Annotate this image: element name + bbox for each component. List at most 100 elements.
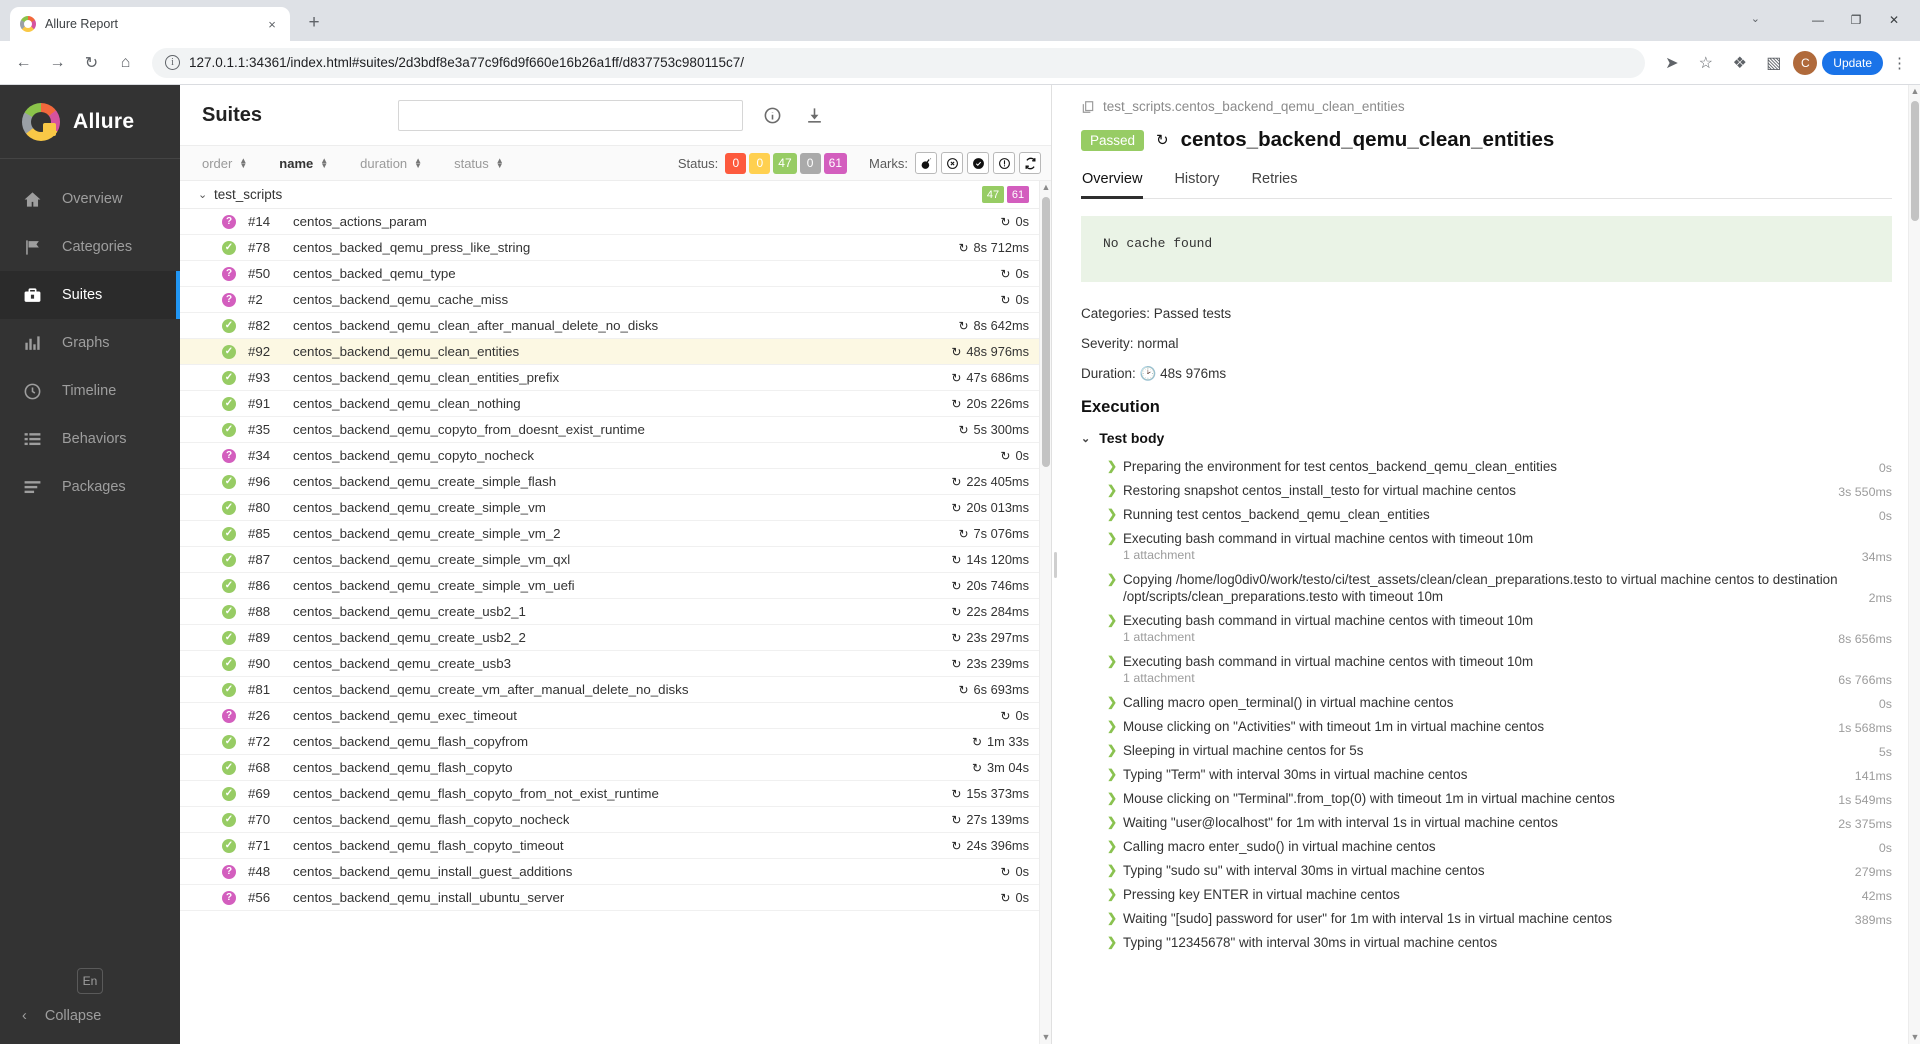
table-row[interactable]: ✓ #89 centos_backend_qemu_create_usb2_2 ↻ 23… (180, 625, 1051, 651)
scrollbar-thumb[interactable] (1911, 101, 1919, 221)
retries-icon[interactable] (1019, 152, 1041, 174)
sidebar-item-overview[interactable]: Overview (0, 175, 180, 223)
flaky-bomb-icon[interactable] (915, 152, 937, 174)
list-item[interactable]: ❯ Typing "Term" with interval 30ms in vir… (1081, 762, 1892, 786)
window-maximize-icon[interactable]: ❐ (1838, 7, 1874, 33)
info-icon[interactable] (759, 102, 785, 128)
breadcrumb[interactable]: test_scripts.centos_backend_qemu_clean_e… (1081, 85, 1892, 114)
list-item[interactable]: ❯ Mouse clicking on "Activities" with tim… (1081, 714, 1892, 738)
table-row[interactable]: ✓ #93 centos_backend_qemu_clean_entities_p… (180, 365, 1051, 391)
table-row[interactable]: ✓ #71 centos_backend_qemu_flash_copyto_tim… (180, 833, 1051, 859)
step-attachment[interactable]: 1 attachment (1123, 671, 1195, 685)
table-row[interactable]: ? #50 centos_backed_qemu_type ↻ 0s (180, 261, 1051, 287)
table-row[interactable]: ? #26 centos_backend_qemu_exec_timeout ↻ 0s (180, 703, 1051, 729)
list-item[interactable]: ❯ Restoring snapshot centos_install_testo… (1081, 478, 1892, 502)
list-item[interactable]: ❯ Pressing key ENTER in virtual machine c… (1081, 882, 1892, 906)
window-close-icon[interactable]: ✕ (1876, 7, 1912, 33)
table-row[interactable]: ✓ #68 centos_backend_qemu_flash_copyto ↻ 3m … (180, 755, 1051, 781)
sidebar-item-behaviors[interactable]: Behaviors (0, 415, 180, 463)
download-icon[interactable] (801, 102, 827, 128)
table-row-selected[interactable]: ✓ #92 centos_backend_qemu_clean_entities ↻ 4… (180, 339, 1051, 365)
table-row[interactable]: ✓ #87 centos_backend_qemu_create_simple_vm… (180, 547, 1051, 573)
status-chip-unknown[interactable]: 61 (823, 152, 847, 174)
table-row[interactable]: ✓ #81 centos_backend_qemu_create_vm_after_… (180, 677, 1051, 703)
sidebar-item-categories[interactable]: Categories (0, 223, 180, 271)
list-item[interactable]: ❯ Running test centos_backend_qemu_clean_… (1081, 502, 1892, 526)
list-item[interactable]: ❯ Executing bash command in virtual machi… (1081, 608, 1892, 649)
list-item[interactable]: ❯ Typing "sudo su" with interval 30ms in … (1081, 858, 1892, 882)
app-brand[interactable]: Allure (0, 85, 180, 159)
status-chip-broken[interactable]: 0 (749, 152, 771, 174)
scroll-up-arrow-icon[interactable]: ▲ (1909, 85, 1920, 98)
tab-retries[interactable]: Retries (1251, 168, 1299, 199)
detail-scrollbar[interactable]: ▲ ▼ (1908, 85, 1920, 1044)
sort-by-duration[interactable]: duration ▲ ▼ (360, 156, 422, 171)
table-row[interactable]: ✓ #85 centos_backend_qemu_create_simple_vm… (180, 521, 1051, 547)
status-chip-passed[interactable]: 47 (773, 152, 797, 174)
list-item[interactable]: ❯ Executing bash command in virtual machi… (1081, 526, 1892, 567)
table-row[interactable]: ✓ #78 centos_backed_qemu_press_like_string… (180, 235, 1051, 261)
close-tab-icon[interactable]: × (264, 17, 280, 32)
panel-splitter[interactable] (1052, 85, 1059, 1044)
new-tab-button[interactable]: + (299, 8, 329, 38)
new-passed-icon[interactable] (967, 152, 989, 174)
list-item[interactable]: ❯ Typing "12345678" with interval 30ms in… (1081, 930, 1892, 954)
list-item[interactable]: ❯ Calling macro enter_sudo() in virtual m… (1081, 834, 1892, 858)
list-item[interactable]: ❯ Sleeping in virtual machine centos for … (1081, 738, 1892, 762)
scrollbar-thumb[interactable] (1042, 197, 1050, 467)
share-icon[interactable]: ➤ (1657, 48, 1686, 77)
list-item[interactable]: ❯ Executing bash command in virtual machi… (1081, 649, 1892, 690)
tab-history[interactable]: History (1173, 168, 1220, 199)
side-panel-icon[interactable]: ▧ (1759, 48, 1788, 77)
new-broken-icon[interactable] (993, 152, 1015, 174)
update-button[interactable]: Update (1822, 50, 1883, 75)
step-attachment[interactable]: 1 attachment (1123, 630, 1195, 644)
table-row[interactable]: ? #2 centos_backend_qemu_cache_miss ↻ 0s (180, 287, 1051, 313)
table-row[interactable]: ? #48 centos_backend_qemu_install_guest_ad… (180, 859, 1051, 885)
home-icon[interactable]: ⌂ (111, 48, 140, 77)
test-body-toggle[interactable]: ⌄ Test body (1081, 430, 1892, 446)
copy-icon[interactable] (1081, 100, 1095, 114)
table-row[interactable]: ? #56 centos_backend_qemu_install_ubuntu_s… (180, 885, 1051, 911)
scroll-down-arrow-icon[interactable]: ▼ (1040, 1031, 1051, 1044)
list-item[interactable]: ❯ Copying /home/log0div0/work/testo/ci/te… (1081, 567, 1892, 608)
table-row[interactable]: ? #34 centos_backend_qemu_copyto_nocheck ↻ 0… (180, 443, 1051, 469)
site-info-icon[interactable]: i (165, 55, 180, 70)
address-bar[interactable]: i 127.0.1.1:34361/index.html#suites/2d3b… (152, 47, 1646, 78)
sort-by-status[interactable]: status ▲ ▼ (454, 156, 504, 171)
search-input[interactable] (398, 99, 744, 131)
sidebar-item-packages[interactable]: Packages (0, 463, 180, 511)
sort-by-name[interactable]: name ▲ ▼ (279, 156, 328, 171)
sidebar-item-graphs[interactable]: Graphs (0, 319, 180, 367)
table-row[interactable]: ✓ #88 centos_backend_qemu_create_usb2_1 ↻ 22… (180, 599, 1051, 625)
table-row[interactable]: ✓ #96 centos_backend_qemu_create_simple_fl… (180, 469, 1051, 495)
table-row[interactable]: ✓ #82 centos_backend_qemu_clean_after_manu… (180, 313, 1051, 339)
list-item[interactable]: ❯ Mouse clicking on "Terminal".from_top(0… (1081, 786, 1892, 810)
forward-icon[interactable]: → (43, 48, 72, 77)
suites-scrollbar[interactable]: ▲ ▼ (1039, 181, 1051, 1044)
status-chip-failed[interactable]: 0 (725, 152, 747, 174)
suite-group-row[interactable]: ⌄ test_scripts 47 61 (180, 181, 1051, 209)
bookmark-star-icon[interactable]: ☆ (1691, 48, 1720, 77)
tab-overview[interactable]: Overview (1081, 168, 1144, 199)
status-chip-skipped[interactable]: 0 (799, 152, 821, 174)
list-item[interactable]: ❯ Calling macro open_terminal() in virtua… (1081, 690, 1892, 714)
table-row[interactable]: ✓ #90 centos_backend_qemu_create_usb3 ↻ 23s … (180, 651, 1051, 677)
scroll-down-arrow-icon[interactable]: ▼ (1909, 1031, 1920, 1044)
step-attachment[interactable]: 1 attachment (1123, 548, 1195, 562)
sidebar-item-timeline[interactable]: Timeline (0, 367, 180, 415)
list-item[interactable]: ❯ Preparing the environment for test cent… (1081, 454, 1892, 478)
back-icon[interactable]: ← (9, 48, 38, 77)
collapse-sidebar-button[interactable]: ‹ Collapse (0, 1008, 180, 1024)
table-row[interactable]: ✓ #80 centos_backend_qemu_create_simple_vm… (180, 495, 1051, 521)
window-minimize-icon[interactable]: — (1800, 7, 1836, 33)
table-row[interactable]: ✓ #72 centos_backend_qemu_flash_copyfrom ↻ 1… (180, 729, 1051, 755)
extensions-icon[interactable]: ❖ (1725, 48, 1754, 77)
table-row[interactable]: ✓ #69 centos_backend_qemu_flash_copyto_fro… (180, 781, 1051, 807)
browser-menu-icon[interactable]: ⋮ (1888, 54, 1911, 72)
list-item[interactable]: ❯ Waiting "[sudo] password for user" for … (1081, 906, 1892, 930)
list-item[interactable]: ❯ Waiting "user@localhost" for 1m with in… (1081, 810, 1892, 834)
browser-tab[interactable]: Allure Report × (10, 7, 290, 41)
table-row[interactable]: ? #14 centos_actions_param ↻ 0s (180, 209, 1051, 235)
profile-avatar[interactable]: C (1793, 50, 1818, 75)
